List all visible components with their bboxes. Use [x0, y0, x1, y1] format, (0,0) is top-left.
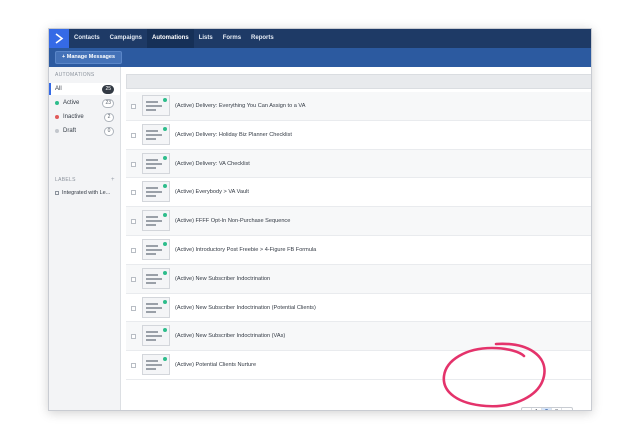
filter-label: Active — [63, 100, 80, 106]
workflow-thumbnail — [142, 95, 170, 116]
workflow-thumbnail — [142, 123, 170, 145]
workflow-thumbnail — [142, 238, 170, 260]
row-checkbox[interactable] — [131, 247, 136, 253]
status-dot-icon — [55, 129, 59, 133]
status-dot-icon — [55, 101, 59, 105]
automation-title[interactable]: (Active) Introductory Post Freebie > 4-F… — [175, 247, 316, 253]
label-integrated[interactable]: Integrated with Le... — [55, 188, 115, 198]
automation-title[interactable]: (Active) Everybody > VA Vault — [175, 189, 249, 195]
row-checkbox[interactable] — [131, 305, 136, 311]
filter-count: 23 — [102, 98, 114, 108]
workflow-thumbnail — [142, 296, 170, 318]
filter-draft[interactable]: Draft 0 — [49, 125, 120, 137]
next-page-button[interactable]: › — [562, 408, 572, 410]
table-row[interactable]: (Active) Delivery: Holiday Biz Planner C… — [126, 121, 591, 150]
filter-count: 2 — [104, 112, 114, 122]
table-row[interactable]: (Active) FFFF Opt-In Non-Purchase Sequen… — [126, 207, 591, 236]
row-checkbox[interactable] — [131, 334, 136, 340]
nav-automations[interactable]: Automations — [147, 29, 194, 48]
workflow-thumbnail — [142, 354, 170, 376]
row-checkbox[interactable] — [131, 276, 136, 282]
nav-forms[interactable]: Forms — [218, 29, 246, 48]
add-label-icon[interactable]: + — [111, 177, 115, 183]
list-toolbar — [126, 74, 591, 89]
automation-rows: (Active) Delivery: Everything You Can As… — [126, 92, 591, 380]
chevron-right-icon — [55, 33, 64, 44]
workflow-thumbnail — [142, 152, 170, 174]
automation-title[interactable]: (Active) New Subscriber Indoctrination — [175, 276, 270, 282]
automation-title[interactable]: (Active) Potential Clients Nurture — [175, 362, 256, 368]
sidebar: AUTOMATIONS All 25 Active 23 Inactive 2 … — [49, 67, 121, 410]
nav-campaigns[interactable]: Campaigns — [105, 29, 147, 48]
filter-all[interactable]: All 25 — [49, 83, 120, 95]
table-row[interactable]: (Active) Everybody > VA Vault — [126, 178, 591, 208]
automation-title[interactable]: (Active) Delivery: Holiday Biz Planner C… — [175, 132, 292, 138]
filter-count: 0 — [104, 126, 114, 136]
workflow-thumbnail — [142, 325, 170, 347]
row-checkbox[interactable] — [131, 132, 136, 138]
filter-count: 25 — [102, 84, 114, 94]
row-checkbox[interactable] — [131, 363, 136, 369]
sub-navigation: + Manage Messages — [49, 48, 591, 67]
automation-title[interactable]: (Active) Delivery: Everything You Can As… — [175, 103, 305, 109]
workflow-thumbnail — [142, 181, 170, 203]
filter-label: Inactive — [63, 114, 84, 120]
automation-title[interactable]: (Active) New Subscriber Indoctrination (… — [175, 333, 285, 339]
label-text: Integrated with Le... — [62, 190, 111, 196]
table-row[interactable]: (Active) Delivery: Everything You Can As… — [126, 92, 591, 121]
table-row[interactable]: (Active) Delivery: VA Checklist — [126, 149, 591, 179]
status-dot-icon — [55, 115, 59, 119]
nav-lists[interactable]: Lists — [194, 29, 218, 48]
workflow-thumbnail — [142, 210, 170, 232]
top-navigation: Contacts Campaigns Automations Lists For… — [49, 29, 591, 48]
filter-label: All — [55, 86, 62, 92]
logo[interactable] — [49, 29, 69, 48]
row-checkbox[interactable] — [131, 219, 136, 225]
automation-title[interactable]: (Active) Delivery: VA Checklist — [175, 161, 250, 167]
filter-active[interactable]: Active 23 — [49, 97, 120, 109]
automation-title[interactable]: (Active) FFFF Opt-In Non-Purchase Sequen… — [175, 218, 290, 224]
manage-messages-button[interactable]: + Manage Messages — [55, 51, 123, 64]
nav-reports[interactable]: Reports — [246, 29, 279, 48]
table-row[interactable]: (Active) New Subscriber Indoctrination — [126, 264, 591, 294]
labels-heading: LABELS — [55, 177, 76, 183]
row-checkbox[interactable] — [131, 161, 136, 167]
automation-title[interactable]: (Active) New Subscriber Indoctrination (… — [175, 305, 316, 311]
page-3-button[interactable]: 3 — [552, 408, 562, 410]
filter-inactive[interactable]: Inactive 2 — [49, 111, 120, 123]
table-row[interactable]: (Active) Introductory Post Freebie > 4-F… — [126, 236, 591, 265]
nav-contacts[interactable]: Contacts — [69, 29, 105, 48]
tag-icon — [55, 191, 59, 195]
row-checkbox[interactable] — [131, 190, 136, 196]
sidebar-heading: AUTOMATIONS — [55, 72, 95, 78]
workflow-thumbnail — [142, 267, 170, 289]
row-checkbox[interactable] — [131, 104, 136, 109]
filter-label: Draft — [63, 128, 77, 134]
hand-drawn-circle-annotation — [442, 342, 546, 408]
table-row[interactable]: (Active) New Subscriber Indoctrination (… — [126, 294, 591, 323]
